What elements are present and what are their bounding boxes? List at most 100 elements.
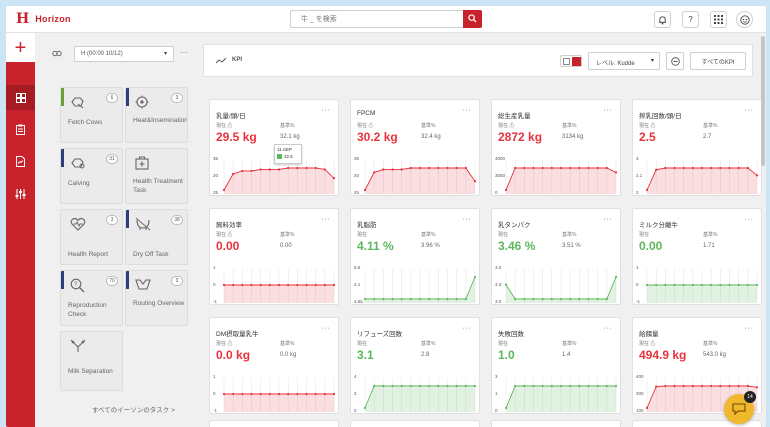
data-point[interactable] xyxy=(755,174,759,177)
logo[interactable]: H Horizon xyxy=(16,12,71,26)
data-point[interactable] xyxy=(719,283,722,287)
data-point[interactable] xyxy=(259,283,262,287)
level-select[interactable]: レベル: Kudde ▾ xyxy=(588,52,660,70)
data-point[interactable] xyxy=(418,384,422,388)
data-point[interactable] xyxy=(587,166,590,170)
data-point[interactable] xyxy=(418,297,422,301)
data-point[interactable] xyxy=(645,406,649,410)
data-point[interactable] xyxy=(455,166,458,170)
data-point[interactable] xyxy=(587,384,590,388)
data-point[interactable] xyxy=(710,283,713,287)
notification-button[interactable] xyxy=(654,11,671,28)
kpi-card[interactable] xyxy=(350,420,480,427)
user-menu-button[interactable] xyxy=(736,11,753,28)
kpi-card[interactable]: FPCM 現在 ⚠ 基準% 30.2 kg 32.4 kg ··· 35 20 25 xyxy=(350,99,480,196)
data-point[interactable] xyxy=(232,283,235,287)
data-point[interactable] xyxy=(664,166,667,170)
data-point[interactable] xyxy=(437,384,440,388)
data-point[interactable] xyxy=(746,166,749,170)
filter-button[interactable] xyxy=(666,52,684,70)
data-point[interactable] xyxy=(409,384,412,388)
data-point[interactable] xyxy=(559,297,563,301)
sidebar-item-dashboard[interactable] xyxy=(6,85,35,110)
data-point[interactable] xyxy=(596,166,599,170)
kpi-card[interactable]: ミルク分離牛 現在 基準% 0.00 1.71 ··· 1 0 -1 xyxy=(632,208,762,305)
data-point[interactable] xyxy=(464,297,467,301)
data-point[interactable] xyxy=(287,283,290,287)
kpi-card[interactable]: リフューズ回数 現在 基準% 3.1 2.8 ··· 4 2 0 xyxy=(350,317,480,414)
data-point[interactable] xyxy=(514,384,517,388)
data-point[interactable] xyxy=(409,166,412,170)
data-point[interactable] xyxy=(446,384,449,388)
add-button[interactable]: + xyxy=(6,33,35,62)
task-tile-dry-off[interactable]: 38 Dry Off Task xyxy=(125,209,188,265)
sidebar-item-settings[interactable] xyxy=(6,181,35,206)
data-point[interactable] xyxy=(728,283,731,287)
data-point[interactable] xyxy=(287,392,290,396)
data-point[interactable] xyxy=(746,283,749,287)
data-point[interactable] xyxy=(682,283,685,287)
list-view-icon[interactable] xyxy=(563,58,570,65)
data-point[interactable] xyxy=(363,188,367,192)
kpi-card[interactable] xyxy=(491,420,621,427)
data-point[interactable] xyxy=(464,384,467,388)
data-point[interactable] xyxy=(691,166,694,170)
data-point[interactable] xyxy=(550,384,553,388)
more-icon[interactable]: ··· xyxy=(180,48,188,57)
kpi-card[interactable]: 失敗回数 現在 基準% 1.0 1.4 ··· 3 1 0 xyxy=(491,317,621,414)
data-point[interactable] xyxy=(296,166,299,170)
data-point[interactable] xyxy=(504,283,508,286)
data-point[interactable] xyxy=(446,166,449,170)
data-point[interactable] xyxy=(569,384,572,388)
all-tasks-link[interactable]: すべてのイーソンのタスク > xyxy=(92,404,175,414)
data-point[interactable] xyxy=(682,384,685,388)
data-point[interactable] xyxy=(719,384,722,388)
more-icon[interactable]: ··· xyxy=(463,107,472,114)
data-point[interactable] xyxy=(569,297,572,301)
task-tile-milk-separation[interactable]: Milk Separation xyxy=(60,331,123,391)
data-point[interactable] xyxy=(664,283,667,287)
data-point[interactable] xyxy=(418,166,422,170)
data-point[interactable] xyxy=(700,283,704,287)
data-point[interactable] xyxy=(614,171,618,174)
data-point[interactable] xyxy=(523,297,526,301)
task-tile-health-report[interactable]: 3 Health Report xyxy=(60,209,123,265)
data-point[interactable] xyxy=(391,297,394,301)
data-point[interactable] xyxy=(700,166,704,170)
data-point[interactable] xyxy=(550,297,553,301)
data-point[interactable] xyxy=(682,166,685,170)
sidebar-item-tasks[interactable] xyxy=(6,117,35,142)
data-point[interactable] xyxy=(578,384,581,388)
data-point[interactable] xyxy=(455,297,458,301)
data-point[interactable] xyxy=(655,385,658,388)
data-point[interactable] xyxy=(382,297,385,301)
data-point[interactable] xyxy=(241,392,244,396)
more-icon[interactable]: ··· xyxy=(322,216,331,223)
data-point[interactable] xyxy=(473,180,477,183)
data-point[interactable] xyxy=(728,166,731,170)
data-point[interactable] xyxy=(673,166,676,170)
data-point[interactable] xyxy=(587,297,590,301)
data-point[interactable] xyxy=(578,297,581,301)
data-point[interactable] xyxy=(578,166,581,170)
data-point[interactable] xyxy=(314,283,317,287)
kpi-card[interactable]: 乳脂肪 現在 基準% 4.11 % 3.96 % ··· 5.5 4.1 3.65 xyxy=(350,208,480,305)
grid-view-icon[interactable] xyxy=(572,57,581,66)
data-point[interactable] xyxy=(755,386,759,389)
data-point[interactable] xyxy=(719,166,722,170)
kpi-card[interactable]: DM摂取量乳牛 現在 ⚠ 基準% 0.0 kg 0.0 kg ··· 1 0 -1 xyxy=(209,317,339,414)
more-icon[interactable]: ··· xyxy=(745,107,754,114)
data-point[interactable] xyxy=(514,297,517,301)
data-point[interactable] xyxy=(373,171,376,174)
scrollbar-thumb[interactable] xyxy=(761,36,765,166)
data-point[interactable] xyxy=(645,188,649,192)
data-point[interactable] xyxy=(332,283,336,287)
data-point[interactable] xyxy=(559,166,563,170)
apps-button[interactable] xyxy=(710,11,727,28)
data-point[interactable] xyxy=(541,166,544,170)
data-point[interactable] xyxy=(691,283,694,287)
data-point[interactable] xyxy=(504,406,508,410)
data-point[interactable] xyxy=(373,297,376,301)
data-point[interactable] xyxy=(277,283,281,287)
search-button[interactable] xyxy=(463,10,482,28)
